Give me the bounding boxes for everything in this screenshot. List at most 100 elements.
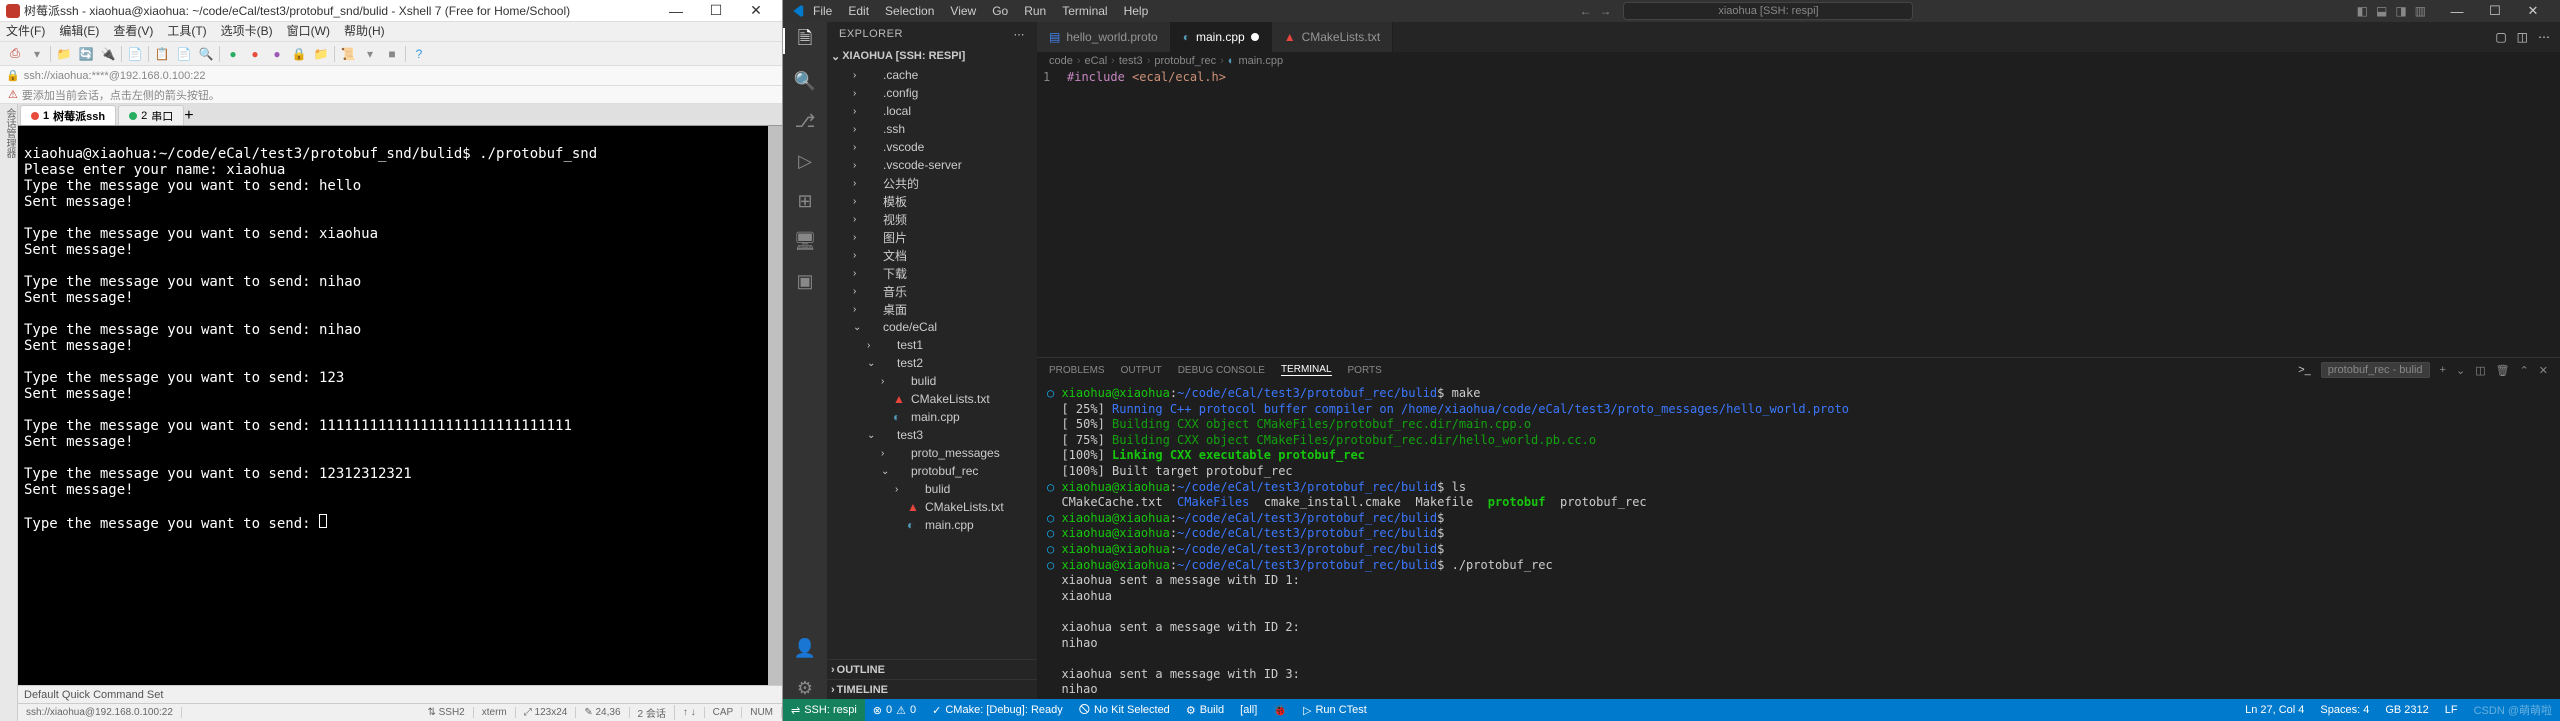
menu-window[interactable]: 窗口(W) xyxy=(287,22,330,41)
menu-run[interactable]: Run xyxy=(1024,4,1046,18)
timeline-section[interactable]: ›TIMELINE xyxy=(827,679,1037,699)
tree-item[interactable]: ›视频 xyxy=(827,210,1037,228)
menu-edit[interactable]: 编辑(E) xyxy=(59,22,99,41)
tab-serial[interactable]: 2 串口 xyxy=(118,105,184,125)
panel-tab-problems[interactable]: PROBLEMS xyxy=(1049,365,1105,376)
debug-launch[interactable]: 🐞 xyxy=(1265,704,1295,717)
xshell-addressbar[interactable]: 🔒 ssh://xiaohua:****@192.168.0.100:22 xyxy=(0,66,782,86)
crumb[interactable]: main.cpp xyxy=(1238,55,1283,67)
menu-help[interactable]: Help xyxy=(1124,4,1149,18)
tab-ssh[interactable]: 1 树莓派ssh xyxy=(20,105,116,125)
tree-item[interactable]: ›下载 xyxy=(827,264,1037,282)
tree-item[interactable]: ◐main.cpp xyxy=(827,408,1037,426)
remote-indicator[interactable]: ⇌ SSH: respi xyxy=(783,699,865,721)
menu-edit[interactable]: Edit xyxy=(848,4,869,18)
vscode-titlebar[interactable]: File Edit Selection View Go Run Terminal… xyxy=(783,0,2560,22)
nav-back-icon[interactable]: ← xyxy=(1579,4,1591,18)
properties-icon[interactable]: 📄 xyxy=(126,45,144,63)
tree-item[interactable]: ›proto_messages xyxy=(827,444,1037,462)
open-icon[interactable]: 📁 xyxy=(55,45,73,63)
explorer-icon[interactable]: 🗎 xyxy=(794,30,816,52)
tree-item[interactable]: ›文档 xyxy=(827,246,1037,264)
nav-forward-icon[interactable]: → xyxy=(1599,4,1611,18)
cursor-position[interactable]: Ln 27, Col 4 xyxy=(2237,704,2312,716)
maximize-button[interactable]: ☐ xyxy=(2476,3,2514,19)
crumb[interactable]: code xyxy=(1049,55,1073,67)
tree-item[interactable]: ⌄code/eCal xyxy=(827,318,1037,336)
menu-tabs[interactable]: 选项卡(B) xyxy=(221,22,273,41)
tree-item[interactable]: ›公共的 xyxy=(827,174,1037,192)
panel-tab-ports[interactable]: PORTS xyxy=(1348,365,1382,376)
panel-tab-debug[interactable]: DEBUG CONSOLE xyxy=(1178,365,1265,376)
tree-item[interactable]: ▲CMakeLists.txt xyxy=(827,498,1037,516)
help-icon[interactable]: ? xyxy=(410,45,428,63)
maximize-panel-icon[interactable]: ⌃ xyxy=(2520,364,2529,377)
reconnect-icon[interactable]: 🔄 xyxy=(77,45,95,63)
layout-panel-bottom-icon[interactable]: ⬓ xyxy=(2376,4,2387,18)
paste-icon[interactable]: 📄 xyxy=(175,45,193,63)
menu-view[interactable]: 查看(V) xyxy=(113,22,153,41)
ext-icon[interactable]: ▣ xyxy=(794,270,816,292)
tool3-icon[interactable]: ● xyxy=(268,45,286,63)
tree-item[interactable]: ›.ssh xyxy=(827,120,1037,138)
quick-command-bar[interactable]: Default Quick Command Set xyxy=(18,685,782,703)
toolbar-dropdown-icon[interactable]: ▾ xyxy=(28,45,46,63)
menu-tools[interactable]: 工具(T) xyxy=(167,22,206,41)
tree-item[interactable]: ›bulid xyxy=(827,372,1037,390)
session-manager-tab[interactable]: 会话管理器 xyxy=(0,104,18,721)
disconnect-icon[interactable]: 🔌 xyxy=(99,45,117,63)
tree-item[interactable]: ›桌面 xyxy=(827,300,1037,318)
menu-view[interactable]: View xyxy=(950,4,976,18)
tree-item[interactable]: ⌄protobuf_rec xyxy=(827,462,1037,480)
encoding[interactable]: GB 2312 xyxy=(2377,704,2436,716)
kill-terminal-icon[interactable]: 🗑 xyxy=(2496,364,2510,377)
extensions-icon[interactable]: ⊞ xyxy=(794,190,816,212)
build-target[interactable]: [all] xyxy=(1232,704,1265,716)
copy-icon[interactable]: 📋 xyxy=(153,45,171,63)
menu-terminal[interactable]: Terminal xyxy=(1062,4,1107,18)
close-button[interactable]: ✕ xyxy=(2514,3,2552,19)
minimize-button[interactable]: — xyxy=(2438,4,2476,19)
folder-icon[interactable]: 📁 xyxy=(312,45,330,63)
run-debug-icon[interactable]: ▷ xyxy=(794,150,816,172)
tree-item[interactable]: ›图片 xyxy=(827,228,1037,246)
menu-file[interactable]: 文件(F) xyxy=(6,22,45,41)
tree-item[interactable]: ⌄test2 xyxy=(827,354,1037,372)
tree-item[interactable]: ›.cache xyxy=(827,66,1037,84)
build-button[interactable]: ⚙Build xyxy=(1178,704,1232,717)
run-icon[interactable]: ▢ xyxy=(2495,30,2506,44)
minimize-button[interactable]: — xyxy=(656,3,696,19)
tree-item[interactable]: ›.vscode xyxy=(827,138,1037,156)
tree-item[interactable]: ▲CMakeLists.txt xyxy=(827,390,1037,408)
maximize-button[interactable]: ☐ xyxy=(696,2,736,19)
dropdown-icon[interactable]: ⌄ xyxy=(2456,364,2465,377)
menu-go[interactable]: Go xyxy=(992,4,1008,18)
tree-item[interactable]: ›.local xyxy=(827,102,1037,120)
tree-item[interactable]: ›.config xyxy=(827,84,1037,102)
layout-panel-right-icon[interactable]: ◨ xyxy=(2395,4,2406,18)
breadcrumb[interactable]: code› eCal› test3› protobuf_rec› ◐ main.… xyxy=(1037,52,2560,70)
menu-help[interactable]: 帮助(H) xyxy=(344,22,385,41)
tab-add-icon[interactable]: + xyxy=(184,107,193,125)
remote-explorer-icon[interactable]: 🖥 xyxy=(794,230,816,252)
more-icon[interactable]: ⋯ xyxy=(2538,30,2550,44)
problems-status[interactable]: ⊗0 ⚠0 xyxy=(865,704,924,717)
settings-icon[interactable]: ⚙ xyxy=(794,677,816,699)
new-terminal-icon[interactable]: + xyxy=(2440,364,2446,376)
command-center[interactable]: xiaohua [SSH: respi] xyxy=(1623,2,1913,20)
close-button[interactable]: ✕ xyxy=(736,2,776,19)
tool4-icon[interactable]: ■ xyxy=(383,45,401,63)
eol[interactable]: LF xyxy=(2437,704,2466,716)
tab-main-cpp[interactable]: ◐ main.cpp xyxy=(1171,22,1272,52)
tool2-icon[interactable]: ● xyxy=(246,45,264,63)
run-ctest[interactable]: ▷Run CTest xyxy=(1295,704,1375,717)
menu-selection[interactable]: Selection xyxy=(885,4,934,18)
panel-tab-output[interactable]: OUTPUT xyxy=(1121,365,1162,376)
tool1-icon[interactable]: ● xyxy=(224,45,242,63)
kit-status[interactable]: 🛇No Kit Selected xyxy=(1071,701,1178,720)
crumb[interactable]: protobuf_rec xyxy=(1154,55,1216,67)
search-icon[interactable]: 🔍 xyxy=(794,70,816,92)
more-icon[interactable]: ⋯ xyxy=(1014,28,1026,41)
lock-icon[interactable]: 🔒 xyxy=(290,45,308,63)
tab-cmake[interactable]: ▲ CMakeLists.txt xyxy=(1272,22,1394,52)
